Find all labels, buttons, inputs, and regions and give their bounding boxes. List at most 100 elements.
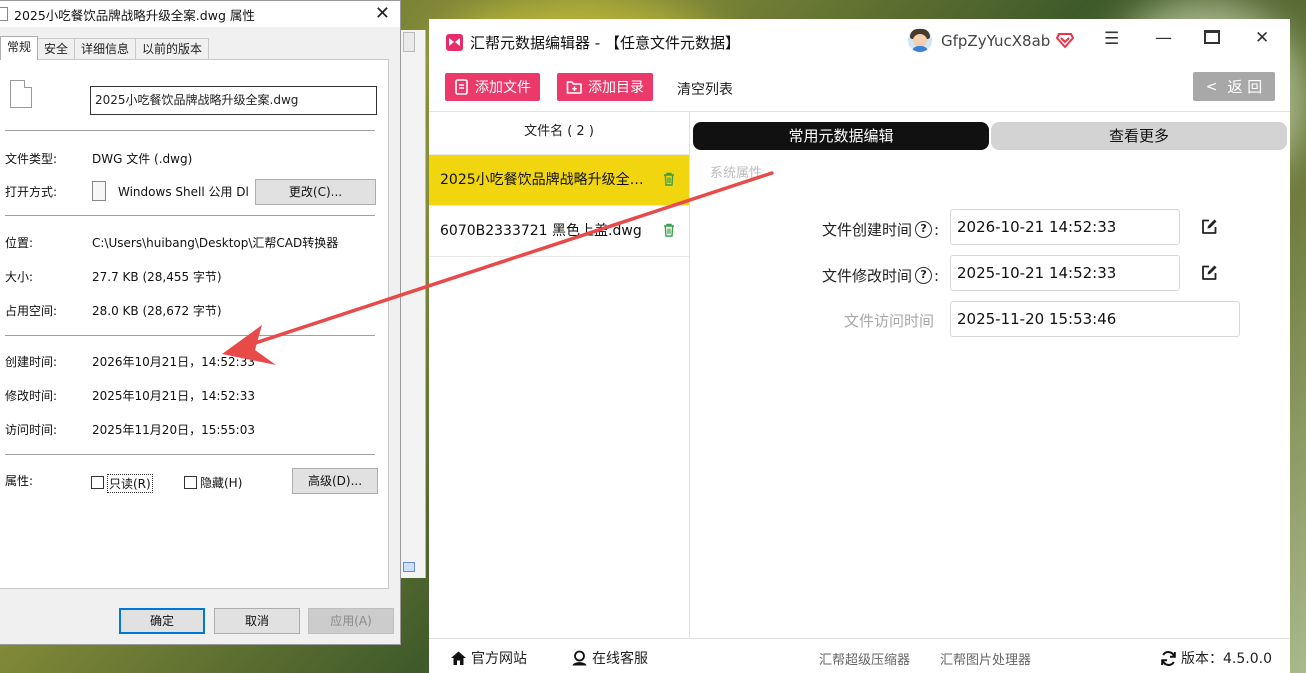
disk-size-value: 28.0 KB (28,672 字节) — [92, 304, 222, 318]
refresh-icon — [1161, 650, 1176, 666]
add-file-button[interactable]: 添加文件 — [445, 73, 540, 101]
list-item[interactable]: 2025小吃餐饮品牌战略升级全案.dwg — [429, 155, 689, 206]
created-label: 创建时间: — [5, 355, 58, 369]
cancel-button[interactable]: 取消 — [214, 608, 300, 634]
modified-label: 修改时间: — [5, 389, 58, 403]
tab-details[interactable]: 详细信息 — [74, 38, 137, 60]
created-value: 2026年10月21日，14:52:33 — [92, 355, 255, 369]
add-folder-label: 添加目录 — [588, 80, 644, 96]
advanced-button[interactable]: 高级(D)... — [292, 468, 378, 494]
size-label: 大小: — [5, 270, 34, 284]
properties-dialog: 2025小吃餐饮品牌战略升级全案.dwg 属性 ✕ 常规 安全 详细信息 以前的… — [0, 0, 401, 645]
footer: 官方网站 在线客服 汇帮超级压缩器 汇帮图片处理器 版本：4.5.0.0 — [429, 638, 1290, 673]
readonly-checkbox[interactable] — [91, 476, 104, 489]
add-folder-icon — [566, 81, 582, 94]
home-icon — [451, 651, 466, 665]
support-icon — [572, 650, 587, 666]
back-button[interactable]: < 返 回 — [1193, 72, 1275, 101]
divider — [5, 454, 375, 455]
maximize-icon[interactable] — [1204, 30, 1220, 44]
accessed-value: 2025年11月20日，15:55:03 — [92, 423, 255, 437]
modified-time-input[interactable] — [950, 255, 1180, 291]
minimize-icon[interactable]: — — [1155, 28, 1172, 48]
add-file-icon — [455, 79, 468, 95]
back-label: 返 回 — [1227, 78, 1263, 96]
file-type-value: DWG 文件 (.dwg) — [92, 152, 193, 166]
chevron-left-icon: < — [1205, 78, 1218, 95]
tab-security[interactable]: 安全 — [37, 38, 76, 60]
tab-previous-versions[interactable]: 以前的版本 — [135, 38, 210, 60]
username[interactable]: GfpZyYucX8ab — [941, 32, 1050, 50]
ok-button[interactable]: 确定 — [119, 608, 205, 634]
app-title: 汇帮元数据编辑器 - 【任意文件元数据】 — [470, 34, 740, 52]
menu-icon[interactable]: ☰ — [1104, 29, 1119, 49]
toolbar: 添加文件 添加目录 清空列表 < 返 回 — [429, 67, 1290, 112]
compressor-link[interactable]: 汇帮超级压缩器 — [819, 649, 910, 668]
accessed-label: 访问时间: — [5, 423, 58, 437]
file-type-label: 文件类型: — [5, 152, 58, 166]
location-value: C:\Users\huibang\Desktop\汇帮CAD转换器 — [92, 236, 339, 250]
file-list: 文件名 ( 2 ) 2025小吃餐饮品牌战略升级全案.dwg 6070B2333… — [429, 112, 690, 638]
section-label: 系统属性 — [710, 166, 763, 181]
modified-value: 2025年10月21日，14:52:33 — [92, 389, 255, 403]
hidden-label[interactable]: 隐藏(H) — [200, 474, 242, 491]
file-name: 6070B2333721 黑色上盖.dwg — [440, 223, 642, 239]
scroll-handle — [403, 32, 415, 52]
modified-time-label: 文件修改时间 ? : — [822, 266, 940, 286]
background-window-edge — [401, 30, 426, 578]
disk-size-label: 占用空间: — [5, 304, 58, 318]
close-icon[interactable]: ✕ — [375, 3, 390, 24]
divider — [5, 335, 375, 336]
close-icon[interactable]: ✕ — [1255, 28, 1269, 48]
dialog-title-bar[interactable]: 2025小吃餐饮品牌战略升级全案.dwg 属性 ✕ — [0, 1, 400, 27]
attributes-label: 属性: — [5, 474, 34, 488]
tab-general[interactable]: 常规 — [0, 36, 39, 60]
file-name: 2025小吃餐饮品牌战略升级全案.dwg — [440, 172, 653, 188]
divider — [5, 130, 375, 131]
divider — [5, 215, 375, 216]
location-label: 位置: — [5, 236, 34, 250]
open-with-label: 打开方式: — [5, 185, 58, 199]
avatar[interactable] — [908, 28, 932, 52]
help-icon[interactable]: ? — [915, 221, 933, 238]
image-tool-link[interactable]: 汇帮图片处理器 — [940, 649, 1031, 668]
clear-list-button[interactable]: 清空列表 — [677, 79, 733, 99]
accessed-time-input[interactable] — [950, 301, 1240, 337]
online-support-link[interactable]: 在线客服 — [571, 648, 648, 668]
metadata-editor-window: 汇帮元数据编辑器 - 【任意文件元数据】 GfpZyYucX8ab ☰ — ✕ … — [429, 19, 1290, 673]
trash-icon[interactable] — [663, 172, 675, 186]
list-item[interactable]: 6070B2333721 黑色上盖.dwg — [429, 206, 689, 257]
app-logo-icon — [446, 34, 463, 51]
dialog-tabs: 常规 安全 详细信息 以前的版本 — [0, 36, 210, 60]
dialog-title: 2025小吃餐饮品牌战略升级全案.dwg 属性 — [14, 7, 255, 23]
readonly-label[interactable]: 只读(R) — [107, 474, 153, 493]
add-folder-button[interactable]: 添加目录 — [557, 73, 653, 101]
edit-icon[interactable] — [1200, 264, 1218, 282]
app-icon — [92, 181, 106, 201]
created-time-label: 文件创建时间 ? : — [822, 220, 940, 240]
trash-icon[interactable] — [663, 223, 675, 237]
add-file-label: 添加文件 — [475, 80, 531, 96]
app-title-bar[interactable]: 汇帮元数据编辑器 - 【任意文件元数据】 GfpZyYucX8ab ☰ — ✕ — [429, 19, 1290, 67]
change-button[interactable]: 更改(C)... — [255, 179, 376, 205]
file-name-input[interactable]: 2025小吃餐饮品牌战略升级全案.dwg — [90, 86, 377, 115]
file-icon — [0, 7, 8, 21]
document-icon — [10, 80, 32, 108]
official-website-link[interactable]: 官方网站 — [450, 648, 527, 668]
file-list-header: 文件名 ( 2 ) — [429, 112, 689, 155]
vip-diamond-icon[interactable] — [1056, 31, 1074, 49]
apply-button[interactable]: 应用(A) — [308, 608, 394, 634]
hidden-checkbox[interactable] — [184, 476, 197, 489]
metadata-editor-panel: 常用元数据编辑 查看更多 系统属性 文件创建时间 ? : 文件修改时间 ? : … — [691, 112, 1290, 638]
size-value: 27.7 KB (28,455 字节) — [92, 270, 222, 284]
general-tab-page: 2025小吃餐饮品牌战略升级全案.dwg 文件类型: DWG 文件 (.dwg)… — [0, 59, 389, 589]
taskbar-icon — [403, 562, 415, 572]
tab-common-metadata[interactable]: 常用元数据编辑 — [693, 122, 989, 150]
tab-view-more[interactable]: 查看更多 — [991, 122, 1287, 150]
edit-icon[interactable] — [1200, 218, 1218, 236]
accessed-time-label: 文件访问时间 — [844, 312, 935, 330]
open-with-value: Windows Shell 公用 Dl — [118, 185, 249, 199]
help-icon[interactable]: ? — [915, 267, 933, 284]
version-info[interactable]: 版本：4.5.0.0 — [1160, 648, 1272, 668]
created-time-input[interactable] — [950, 209, 1180, 245]
